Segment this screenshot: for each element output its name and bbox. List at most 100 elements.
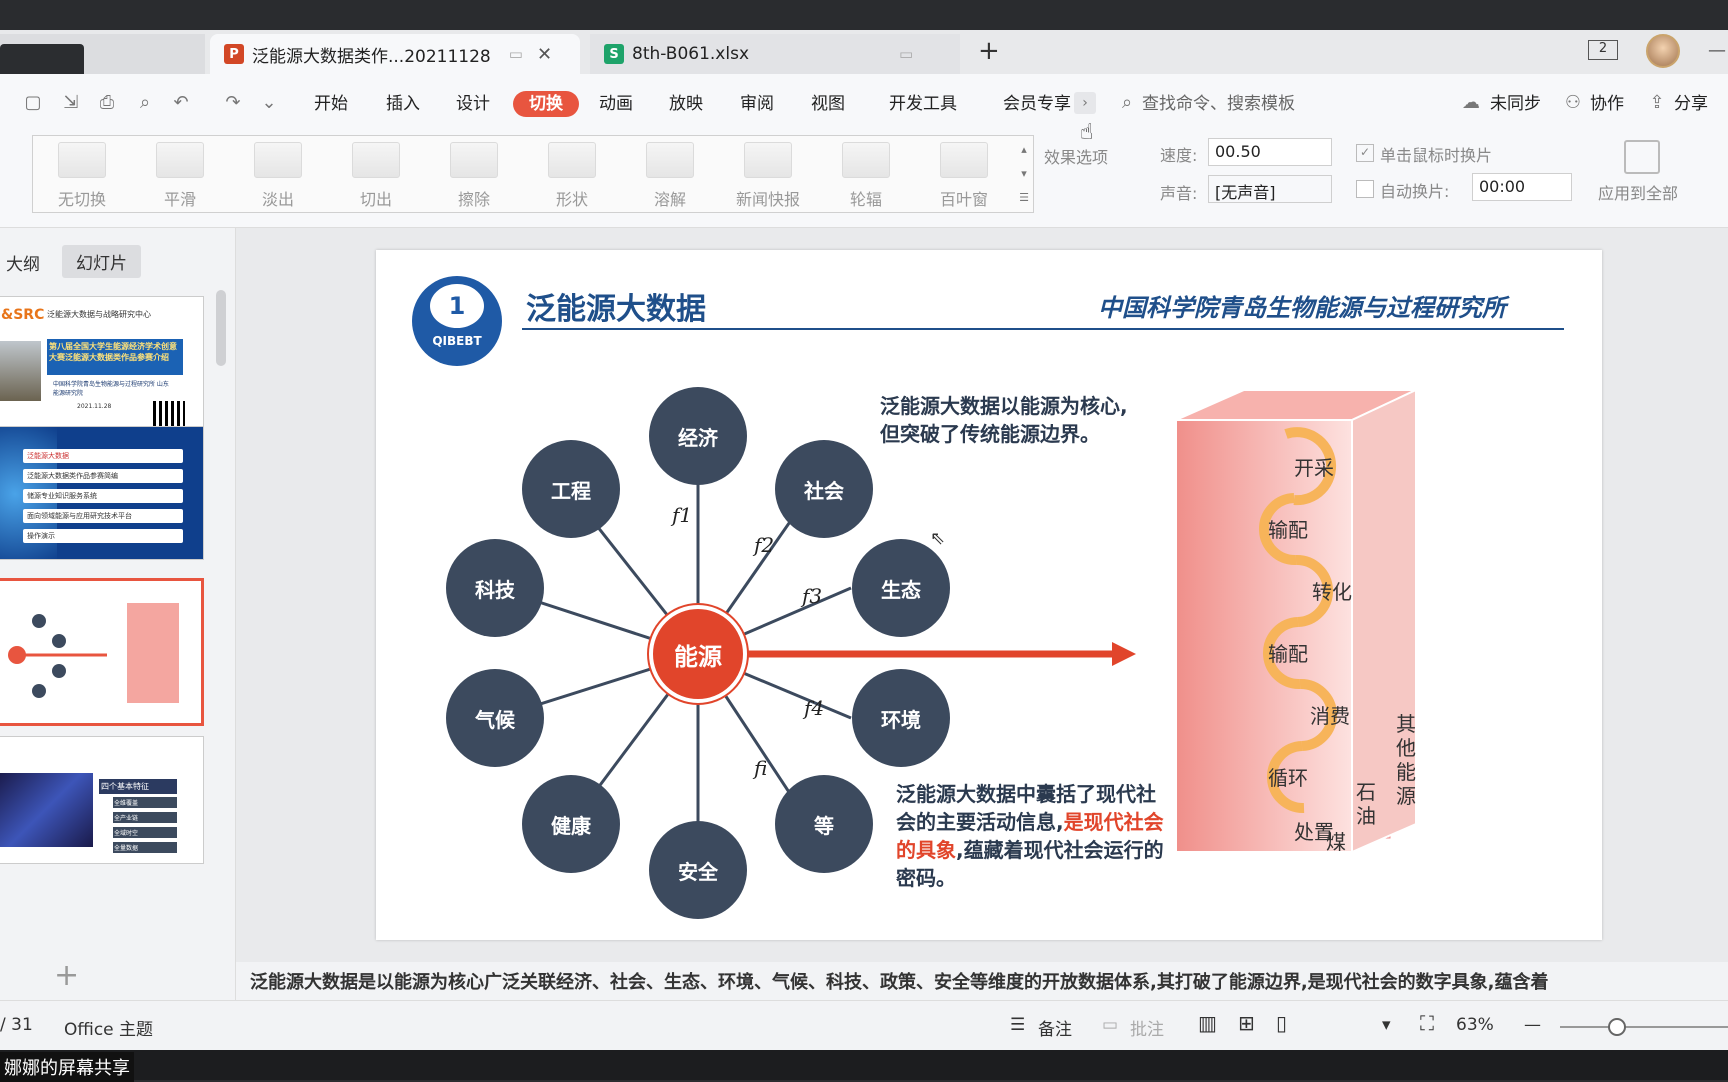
gallery-scroll[interactable]: ▴ ▾ ☰ <box>1017 138 1031 210</box>
layer-oil: 石油 <box>1356 780 1376 828</box>
close-icon[interactable]: ✕ <box>537 44 552 65</box>
zoom-level[interactable]: 63% <box>1456 1015 1494 1035</box>
tab-label: 泛能源大数据类作...20211128 <box>252 46 491 67</box>
slide-thumbnail-4[interactable]: 四个基本特征 全维覆盖 全产业链 全域时空 全量数据 <box>0 736 204 864</box>
node-health: 健康 <box>522 775 620 873</box>
normal-view-icon[interactable]: ▥ <box>1198 1011 1217 1035</box>
transition-cut[interactable]: 切出 <box>336 142 416 210</box>
redo-icon[interactable]: ↷ <box>222 92 244 114</box>
tab-document-3[interactable]: S 8th-B061.xlsx ▭ <box>590 34 960 74</box>
notes-icon[interactable]: ☰ <box>1010 1015 1025 1035</box>
menu-animation[interactable]: 动画 <box>599 91 633 117</box>
transition-label: 平滑 <box>163 190 196 209</box>
click-switch-checkbox[interactable]: ✓ <box>1356 144 1374 162</box>
menu-insert[interactable]: 插入 <box>386 91 420 117</box>
zoom-out-icon[interactable]: — <box>1524 1015 1541 1035</box>
comment-icon[interactable]: ▭ <box>1102 1015 1118 1035</box>
cloud-sync-icon[interactable]: ☁ <box>1460 92 1482 114</box>
menu-developer[interactable]: 开发工具 <box>889 91 957 117</box>
menu-member[interactable]: 会员专享 <box>1003 91 1071 117</box>
hand-cursor-icon: ☝ <box>1080 120 1094 145</box>
user-add-icon[interactable]: ⚇ <box>1562 92 1584 114</box>
apply-all-button[interactable]: 应用到全部 <box>1598 180 1678 204</box>
screen-share-label: 娜娜的屏幕共享 <box>0 1052 134 1082</box>
new-tab-button[interactable]: + <box>978 36 1000 66</box>
speed-input[interactable]: 00.50 <box>1208 138 1332 166</box>
share-icon[interactable]: ⇪ <box>1646 92 1668 114</box>
transition-label: 形状 <box>555 190 588 209</box>
theme-name[interactable]: Office 主题 <box>64 1015 153 1040</box>
chevron-right-icon[interactable]: › <box>1074 92 1096 114</box>
node-environment: 环境 <box>852 669 950 767</box>
avatar[interactable] <box>1646 34 1680 68</box>
current-slide[interactable]: 1 QIBEBT 泛能源大数据 中国科学院青岛生物能源与过程研究所 经济 社会 … <box>376 250 1602 940</box>
transition-label: 溶解 <box>653 190 686 209</box>
transition-none[interactable]: 无切换 <box>42 142 122 210</box>
transition-fade[interactable]: 淡出 <box>238 142 318 210</box>
menu-start[interactable]: 开始 <box>314 91 348 117</box>
f2-label: f2 <box>754 533 775 557</box>
grid-view-icon[interactable]: ⊞ <box>1238 1011 1255 1035</box>
comment-button[interactable]: 批注 <box>1130 1015 1164 1040</box>
menu-design[interactable]: 设计 <box>456 91 490 117</box>
undo-icon[interactable]: ↶ <box>170 92 192 114</box>
transition-wipe[interactable]: 擦除 <box>434 142 514 210</box>
print-preview-icon[interactable]: ⌕ <box>134 92 156 114</box>
auto-switch-time-input[interactable]: 00:00 <box>1472 173 1572 201</box>
menu-view[interactable]: 视图 <box>811 91 845 117</box>
node-engineering: 工程 <box>522 440 620 538</box>
transition-dissolve[interactable]: 溶解 <box>630 142 710 210</box>
slide-thumbnail-3-selected[interactable] <box>0 578 204 726</box>
cycle-extract: 开采 <box>1294 456 1334 480</box>
transition-blinds[interactable]: 百叶窗 <box>924 142 1004 210</box>
tab-slides[interactable]: 幻灯片 <box>62 245 141 278</box>
chevron-down-icon[interactable]: ▾ <box>1382 1015 1391 1035</box>
chevron-down-icon[interactable]: ⌄ <box>258 92 280 114</box>
transition-label: 新闻快报 <box>735 190 800 209</box>
monitor-icon[interactable]: ▭ <box>509 45 523 63</box>
panel-scrollbar[interactable] <box>216 290 226 366</box>
monitor-icon[interactable]: ▭ <box>899 45 913 63</box>
transition-thumb <box>352 142 400 178</box>
transition-smooth[interactable]: 平滑 <box>140 142 220 210</box>
export-icon[interactable]: ⇲ <box>60 92 82 114</box>
minimize-icon[interactable]: — <box>1708 40 1726 61</box>
save-icon[interactable]: ▢ <box>22 92 44 114</box>
share-button[interactable]: 分享 <box>1674 91 1708 117</box>
search-icon[interactable]: ⌕ <box>1116 92 1138 114</box>
menu-review[interactable]: 审阅 <box>740 91 774 117</box>
speaker-notes[interactable]: 泛能源大数据是以能源为核心广泛关联经济、社会、生态、环境、气候、科技、政策、安全… <box>236 962 1728 1000</box>
thumb4-title: 四个基本特征 <box>99 779 177 794</box>
zoom-slider-handle[interactable] <box>1608 1018 1626 1036</box>
node-technology: 科技 <box>446 539 544 637</box>
effect-options-button[interactable]: 效果选项 <box>1044 144 1108 168</box>
menu-slideshow[interactable]: 放映 <box>669 91 703 117</box>
thumb-diagram <box>8 603 179 703</box>
auto-switch-checkbox[interactable] <box>1356 180 1374 198</box>
thumb-title: 第八届全国大学生能源经济学术创意大赛泛能源大数据类作品参赛介绍 <box>47 339 183 375</box>
zoom-slider-track[interactable] <box>1560 1026 1728 1028</box>
slide-thumbnail-1[interactable]: &SRC 泛能源大数据与战略研究中心 第八届全国大学生能源经济学术创意大赛泛能源… <box>0 296 204 444</box>
transition-news-flash[interactable]: 新闻快报 <box>728 142 808 210</box>
tab-outline[interactable]: 大纲 <box>6 250 40 275</box>
transition-wheel[interactable]: 轮辐 <box>826 142 906 210</box>
node-climate: 气候 <box>446 669 544 767</box>
fit-window-icon[interactable]: ⛶ <box>1420 1011 1434 1035</box>
sync-status[interactable]: 未同步 <box>1490 91 1541 117</box>
sound-select[interactable]: [无声音] <box>1208 175 1332 203</box>
add-slide-button[interactable]: + <box>54 958 79 993</box>
thumb-logo-text: &SRC <box>1 307 45 323</box>
menu-transition[interactable]: 切换 <box>513 91 579 117</box>
text-line: 但突破了传统能源边界。 <box>880 422 1100 446</box>
command-search-input[interactable]: 查找命令、搜索模板 <box>1142 91 1295 117</box>
collaborate-button[interactable]: 协作 <box>1590 91 1624 117</box>
window-count-icon[interactable]: 2 <box>1588 40 1618 60</box>
reading-view-icon[interactable]: ▯ <box>1276 1011 1287 1035</box>
sound-label: 声音: <box>1160 184 1198 203</box>
transition-shape[interactable]: 形状 <box>532 142 612 210</box>
notes-button[interactable]: 备注 <box>1038 1015 1072 1040</box>
print-icon[interactable]: ⎙ <box>96 92 118 114</box>
tab-document-2[interactable]: P 泛能源大数据类作...20211128 ▭ ✕ <box>210 34 580 74</box>
transition-label: 淡出 <box>261 190 294 209</box>
slide-thumbnail-2[interactable]: 泛能源大数据 泛能源大数据类作品参赛简编 储源专业知识服务系统 面向领域能源与应… <box>0 426 204 560</box>
